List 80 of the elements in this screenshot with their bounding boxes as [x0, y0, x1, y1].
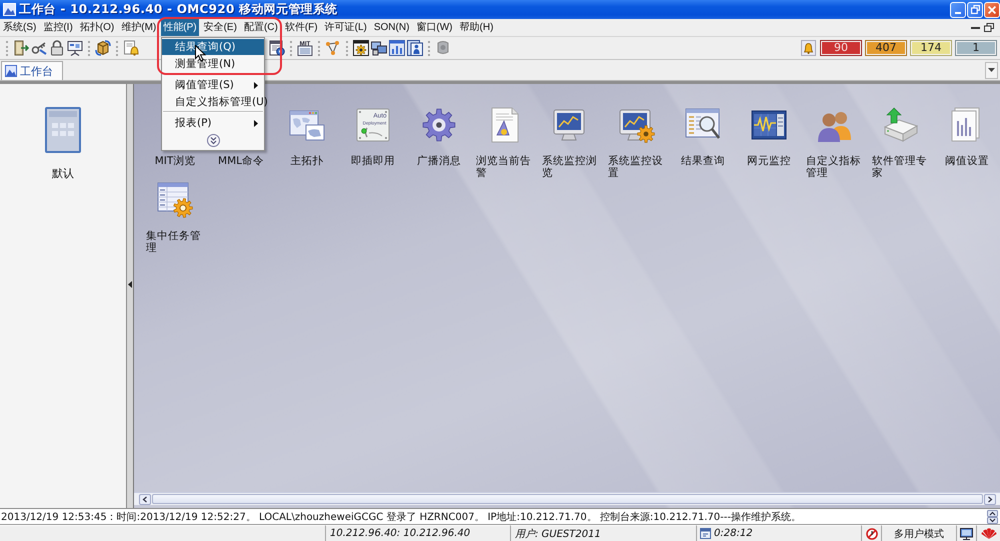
- scroll-left-icon[interactable]: [139, 494, 151, 504]
- desktop-shortcut[interactable]: 浏览当前告警: [472, 107, 538, 182]
- group-item[interactable]: 默认: [41, 107, 85, 181]
- restore-icon: [970, 5, 980, 14]
- desktop-shortcut[interactable]: 系统监控设置: [604, 107, 670, 182]
- minimize-button[interactable]: [950, 2, 966, 18]
- cube-icon[interactable]: [95, 40, 111, 56]
- session-time: 0:28:12: [714, 528, 753, 539]
- desktop-shortcut[interactable]: 广播消息: [406, 107, 472, 182]
- menu-item[interactable]: SON(N): [372, 19, 412, 36]
- tab-list-button[interactable]: [985, 62, 998, 78]
- alarm-count[interactable]: 90: [820, 40, 862, 56]
- menu-item[interactable]: 性能(P): [161, 19, 199, 36]
- server-address: 10.212.96.40: 10.212.96.40: [325, 525, 510, 541]
- alarm-count[interactable]: 1: [955, 40, 997, 56]
- menu-item[interactable]: 维护(M): [119, 19, 158, 36]
- restore-icon[interactable]: [984, 23, 994, 32]
- log-message: 2013/12/19 12:53:45：时间:2013/12/19 12:52:27。 LOCAL\zhouzheweiGCGC 登录了 HZRNC007。 IP地址:10.212.71.70。 控制台来源:10.212.71.70---操作维护系统。: [0, 510, 801, 524]
- presentation-board-icon[interactable]: [67, 40, 83, 56]
- desktop-shortcut[interactable]: 集中任务管理: [142, 182, 208, 257]
- workbench-tab[interactable]: 工作台: [1, 61, 63, 80]
- window-title: 工作台 - 10.212.96.40 - OMC920 移动网元管理系统: [19, 1, 338, 18]
- bar-chart-window-icon[interactable]: [389, 40, 405, 56]
- scrollbar-thumb[interactable]: [152, 494, 983, 504]
- key-icon[interactable]: [31, 40, 47, 56]
- landscape-icon: [3, 3, 16, 16]
- scroll-down-icon[interactable]: [987, 516, 998, 524]
- close-button[interactable]: [984, 2, 1000, 18]
- scroll-right-icon[interactable]: [984, 494, 996, 504]
- desktop-shortcut[interactable]: 自定义指标管理: [802, 107, 868, 182]
- bell-document-icon[interactable]: [123, 40, 139, 56]
- menu-item[interactable]: 报表(P): [162, 115, 264, 131]
- menu-item[interactable]: 安全(E): [202, 19, 239, 36]
- gear-icon: [421, 107, 457, 143]
- submenu-arrow-icon: [254, 120, 258, 126]
- submenu-arrow-icon: [254, 82, 258, 88]
- table-gear-icon: [157, 182, 193, 218]
- box-up-arrow-icon: [883, 107, 919, 143]
- desktop-shortcut[interactable]: 系统监控浏览: [538, 107, 604, 182]
- desktop-shortcut[interactable]: 阈值设置: [934, 107, 1000, 182]
- minimize-icon[interactable]: [971, 26, 980, 28]
- alarm-bell-button[interactable]: [801, 40, 816, 56]
- caret-icon: [988, 68, 995, 72]
- gear-window-icon[interactable]: [353, 40, 369, 56]
- menu-item[interactable]: 拓扑(O): [78, 19, 116, 36]
- desktop-shortcut[interactable]: 网元监控: [736, 107, 802, 182]
- collapse-arrow-icon[interactable]: [128, 280, 132, 288]
- scroll-up-icon[interactable]: [987, 510, 998, 516]
- menu-item[interactable]: 帮助(H): [458, 19, 496, 36]
- landscape-icon: [5, 65, 17, 77]
- desktop-shortcut[interactable]: 软件管理专家: [868, 107, 934, 182]
- minimize-icon: [955, 12, 961, 14]
- desktop-shortcut[interactable]: 结果查询: [670, 107, 736, 182]
- menu-item[interactable]: 监控(I): [41, 19, 75, 36]
- petal-logo-icon: [980, 528, 996, 539]
- alarm-count[interactable]: 407: [865, 40, 907, 56]
- restore-button[interactable]: [967, 2, 983, 18]
- close-icon: [988, 6, 996, 14]
- window-person-icon[interactable]: [407, 40, 423, 56]
- menu-item[interactable]: 软件(F): [282, 19, 320, 36]
- lock-icon[interactable]: [49, 40, 65, 56]
- double-chevron-icon[interactable]: [206, 134, 220, 147]
- desktop-shortcut[interactable]: 主拓扑: [274, 107, 340, 182]
- alarm-count[interactable]: 174: [910, 40, 952, 56]
- menu-item[interactable]: 许可证(L): [322, 19, 369, 36]
- computer-icon[interactable]: [960, 528, 973, 540]
- desktop-group-icon: [45, 107, 81, 153]
- exit-door-icon[interactable]: [13, 40, 29, 56]
- user-mode: 多用户模式: [881, 525, 956, 541]
- monitor-gear-icon: [619, 107, 655, 143]
- menu-item[interactable]: 窗口(W): [414, 19, 455, 36]
- bell-icon: [804, 42, 813, 54]
- no-entry-icon[interactable]: [866, 528, 878, 540]
- shield-icon[interactable]: [435, 40, 451, 56]
- computers-icon[interactable]: [371, 40, 387, 56]
- menu-item[interactable]: 配置(C): [242, 19, 280, 36]
- menu-item[interactable]: 系统(S): [1, 19, 38, 36]
- topology-icon[interactable]: [325, 40, 341, 56]
- menu-item[interactable]: 阈值管理(S): [162, 77, 264, 93]
- current-user: 用户: GUEST2011: [510, 525, 696, 541]
